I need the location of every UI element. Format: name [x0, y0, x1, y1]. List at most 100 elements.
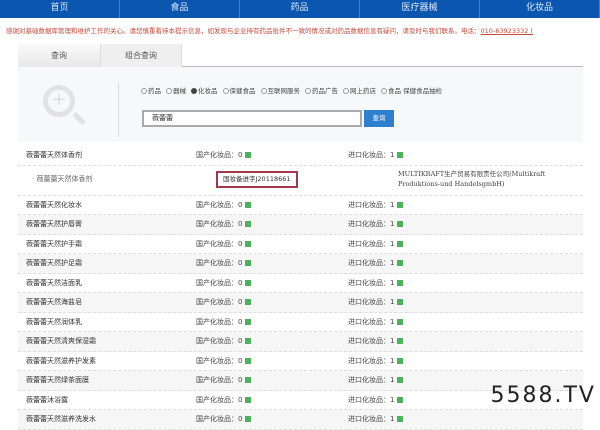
list-item[interactable]: 薇蕾蕾天然护手霜 国产化妆品：0 进口化妆品：1 — [18, 235, 583, 254]
imported-count: 进口化妆品：1 — [348, 196, 404, 215]
list-item-detail: · 薇蕾蕾天然体香剂 国妆备进字J20118661 MULTIKRAFT生产贸易… — [18, 165, 583, 196]
imported-count: 进口化妆品：1 — [348, 410, 404, 429]
list-item[interactable]: 薇蕾蕾天然润体乳 国产化妆品：0 进口化妆品：1 — [18, 313, 583, 332]
list-item[interactable]: 薇蕾蕾天然护唇膏 国产化妆品：0 进口化妆品：1 — [18, 215, 583, 235]
list-item[interactable]: 薇蕾蕾天然护足霜 国产化妆品：0 进口化妆品：1 — [18, 254, 583, 274]
expand-icon[interactable] — [245, 416, 252, 422]
expand-icon[interactable] — [397, 279, 404, 286]
list-item[interactable]: 薇蕾蕾天然海盐皂 国产化妆品：0 进口化妆品：1 — [18, 293, 583, 313]
expand-icon[interactable] — [397, 357, 404, 364]
notice-text: 感谢对基础数据库管理和维护工作的关心。请您慎重看待本提示信息，如发现与企业持有药… — [6, 27, 481, 35]
product-name[interactable]: 薇蕾蕾天然润体乳 — [26, 313, 82, 332]
expand-icon[interactable] — [245, 221, 252, 227]
expand-icon[interactable] — [245, 357, 252, 364]
radio-option[interactable]: 器械 — [166, 85, 186, 95]
product-name[interactable]: 薇蕾蕾天然体香剂 — [26, 146, 82, 165]
domestic-count: 国产化妆品：0 — [196, 146, 252, 165]
category-radios: 药品 器械 化妆品 保健食品 互联网服务 药品广告 网上药店 食品 保健食品抽检 — [141, 85, 442, 95]
product-name[interactable]: 薇蕾蕾天然滋养护发素 — [26, 352, 96, 371]
detail-name: · 薇蕾蕾天然体香剂 — [32, 174, 93, 183]
notice-phone[interactable]: 010-63923332 ( — [481, 27, 533, 35]
expand-icon[interactable] — [397, 416, 404, 422]
nav-food[interactable]: 食品 — [120, 0, 240, 18]
list-item[interactable]: 薇蕾蕾天然洁面乳 国产化妆品：0 进口化妆品：1 — [18, 274, 583, 293]
domestic-count: 国产化妆品：0 — [196, 293, 252, 312]
expand-icon[interactable] — [245, 318, 252, 325]
expand-icon[interactable] — [397, 299, 404, 305]
imported-count: 进口化妆品：1 — [348, 352, 404, 371]
imported-count: 进口化妆品：1 — [348, 235, 404, 254]
list-item[interactable]: 薇蕾蕾天然体香剂 国产化妆品：0 进口化妆品：1 — [18, 146, 583, 166]
nav-cosmetics[interactable]: 化妆品 — [480, 0, 600, 18]
product-name[interactable]: 薇蕾蕾天然洁面乳 — [26, 274, 82, 293]
imported-count: 进口化妆品：1 — [348, 371, 404, 390]
expand-icon[interactable] — [245, 338, 252, 344]
notice: 感谢对基础数据库管理和维护工作的关心。请您慎重看待本提示信息，如发现与企业持有药… — [6, 25, 600, 35]
nav-home[interactable]: 首页 — [0, 0, 120, 18]
domestic-count: 国产化妆品：0 — [196, 274, 252, 293]
nav-device[interactable]: 医疗器械 — [360, 0, 480, 18]
list-item[interactable]: 薇蕾蕾天然化妆水 国产化妆品：0 进口化妆品：1 — [18, 196, 583, 215]
radio-option[interactable]: 化妆品 — [191, 85, 218, 95]
expand-icon[interactable] — [397, 201, 404, 208]
product-name[interactable]: 薇蕾蕾天然清爽保湿霜 — [26, 332, 96, 351]
radio-icon[interactable] — [191, 88, 197, 94]
expand-icon[interactable] — [397, 318, 404, 325]
domestic-count: 国产化妆品：0 — [196, 313, 252, 332]
expand-icon[interactable] — [245, 152, 252, 158]
expand-icon[interactable] — [245, 279, 252, 286]
list-item[interactable]: 薇蕾蕾天然滋养护发素 国产化妆品：0 进口化妆品：1 — [18, 352, 583, 371]
search-button[interactable]: 查询 — [364, 110, 394, 127]
tab-search[interactable]: 查询 — [18, 44, 100, 67]
domestic-count: 国产化妆品：0 — [196, 352, 252, 371]
nav-drug[interactable]: 药品 — [240, 0, 360, 18]
expand-icon[interactable] — [245, 201, 252, 208]
expand-icon[interactable] — [245, 377, 252, 383]
radio-icon[interactable] — [343, 88, 349, 94]
product-name[interactable]: 薇蕾蕾天然护手霜 — [26, 235, 82, 254]
product-name[interactable]: 薇蕾蕾天然护唇膏 — [26, 215, 82, 234]
radio-icon[interactable] — [222, 88, 229, 94]
list-item[interactable]: 薇蕾蕾天然滋养洗发水 国产化妆品：0 进口化妆品：1 — [18, 410, 583, 430]
imported-count: 进口化妆品：1 — [348, 146, 404, 165]
expand-icon[interactable] — [245, 260, 252, 266]
product-name[interactable]: 薇蕾蕾天然滋养洗发水 — [26, 410, 96, 429]
radio-option[interactable]: 网上药店 — [343, 85, 376, 95]
product-name[interactable]: 薇蕾蕾天然化妆水 — [26, 196, 82, 215]
domestic-count: 国产化妆品：0 — [196, 215, 252, 234]
expand-icon[interactable] — [397, 221, 404, 227]
magnifier-plus-icon: + — [43, 85, 75, 117]
watermark: 5588.TV — [490, 383, 596, 408]
imported-count: 进口化妆品：1 — [348, 313, 404, 332]
radio-icon[interactable] — [141, 88, 147, 94]
product-name[interactable]: 薇蕾蕾天然海盐皂 — [26, 293, 82, 312]
radio-option[interactable]: 食品 保健食品抽检 — [381, 85, 442, 95]
radio-option[interactable]: 互联网服务 — [260, 85, 300, 95]
radio-icon[interactable] — [381, 88, 387, 94]
company-name: MULTIKRAFT生产贸易有限责任公司(Multikraft Produkti… — [398, 169, 546, 188]
product-name[interactable]: 薇蕾蕾天然绿茶面膜 — [26, 371, 89, 390]
expand-icon[interactable] — [245, 299, 252, 305]
expand-icon[interactable] — [397, 240, 404, 247]
list-item[interactable]: 薇蕾蕾天然清爽保湿霜 国产化妆品：0 进口化妆品：1 — [18, 332, 583, 352]
domestic-count: 国产化妆品：0 — [196, 410, 252, 429]
search-input[interactable]: 薇蕾蕾 — [142, 110, 362, 127]
radio-icon[interactable] — [305, 88, 311, 94]
registration-number[interactable]: 国妆备进字J20118661 — [216, 170, 298, 188]
radio-option[interactable]: 药品 — [141, 85, 161, 95]
radio-icon[interactable] — [166, 88, 172, 94]
expand-icon[interactable] — [397, 260, 404, 266]
domestic-count: 国产化妆品：0 — [196, 196, 252, 215]
tab-combined-search[interactable]: 组合查询 — [100, 44, 182, 67]
expand-icon[interactable] — [397, 377, 404, 383]
radio-icon[interactable] — [260, 88, 267, 94]
expand-icon[interactable] — [397, 152, 404, 158]
expand-icon[interactable] — [245, 240, 252, 247]
radio-option[interactable]: 保健食品 — [222, 85, 256, 95]
expand-icon[interactable] — [397, 338, 404, 344]
domestic-count: 国产化妆品：0 — [196, 332, 252, 351]
product-name[interactable]: 薇蕾蕾天然护足霜 — [26, 254, 82, 273]
product-name[interactable]: 薇蕾蕾沐浴露 — [26, 391, 68, 410]
imported-count: 进口化妆品：1 — [348, 215, 404, 234]
radio-option[interactable]: 药品广告 — [305, 85, 338, 95]
